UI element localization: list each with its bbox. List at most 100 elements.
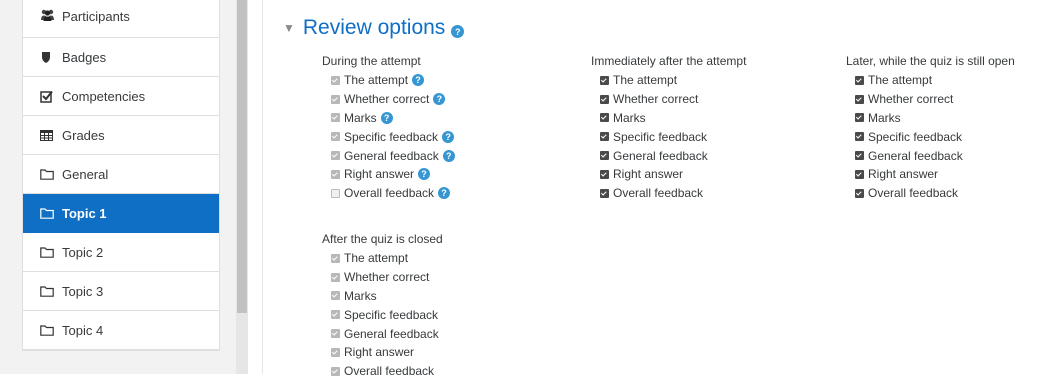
nav-item-label: Competencies <box>62 88 146 104</box>
option-label: Overall feedback <box>613 186 704 201</box>
option-label: Marks <box>344 110 377 125</box>
review-option: Overall feedback <box>322 362 443 381</box>
nav-item-topic-2[interactable]: Topic 2 <box>23 233 219 272</box>
option-label: Marks <box>868 110 901 125</box>
sidebar-scrollbar[interactable] <box>236 0 248 374</box>
column-title: Later, while the quiz is still open <box>846 54 1015 68</box>
option-checkbox <box>331 132 340 142</box>
option-checkbox[interactable] <box>855 188 864 198</box>
option-checkbox <box>331 151 340 161</box>
nav-item-topic-4[interactable]: Topic 4 <box>23 311 219 350</box>
option-checkbox[interactable] <box>600 169 609 179</box>
option-label: Right answer <box>344 167 415 182</box>
option-checkbox <box>331 253 340 263</box>
option-checkbox[interactable] <box>855 151 864 161</box>
nav-item-grades[interactable]: Grades <box>23 116 219 155</box>
option-label: Specific feedback <box>868 129 963 144</box>
review-option: Whether correct <box>591 90 746 109</box>
nav-item-competencies[interactable]: Competencies <box>23 77 219 116</box>
folder-icon <box>40 285 56 297</box>
caret-down-icon[interactable]: ▼ <box>283 21 295 35</box>
option-label: Overall feedback <box>344 186 435 201</box>
review-option: Whether correct? <box>322 90 455 109</box>
review-option: Overall feedback <box>591 184 746 203</box>
option-checkbox <box>331 169 340 179</box>
option-label: General feedback <box>344 326 439 341</box>
review-option: The attempt <box>846 71 1015 90</box>
option-label: Right answer <box>613 167 684 182</box>
review-option: Marks <box>591 109 746 128</box>
help-icon[interactable]: ? <box>380 111 393 124</box>
option-checkbox <box>331 188 340 198</box>
option-label: Marks <box>613 110 646 125</box>
review-option: The attempt <box>591 71 746 90</box>
review-option: General feedback <box>846 146 1015 165</box>
option-checkbox[interactable] <box>855 169 864 179</box>
help-icon[interactable]: ? <box>438 187 451 200</box>
review-options-header[interactable]: ▼ Review options ? <box>283 16 465 40</box>
review-option: General feedback <box>591 146 746 165</box>
shield-icon <box>40 51 56 64</box>
option-checkbox[interactable] <box>600 151 609 161</box>
option-checkbox[interactable] <box>600 113 609 123</box>
help-icon[interactable]: ? <box>433 93 446 106</box>
option-label: General feedback <box>344 148 439 163</box>
option-checkbox[interactable] <box>855 132 864 142</box>
option-label: Specific feedback <box>344 129 439 144</box>
column-title: After the quiz is closed <box>322 232 443 246</box>
option-checkbox <box>331 291 340 301</box>
nav-item-label: General <box>62 166 109 182</box>
option-label: General feedback <box>868 148 963 163</box>
review-option: Overall feedback <box>846 184 1015 203</box>
help-icon[interactable]: ? <box>451 25 465 38</box>
help-icon[interactable]: ? <box>442 130 455 143</box>
review-option: Marks <box>322 287 443 306</box>
column-title: Immediately after the attempt <box>591 54 747 68</box>
option-label: Marks <box>344 288 377 303</box>
help-icon[interactable]: ? <box>418 168 431 181</box>
option-checkbox[interactable] <box>600 188 609 198</box>
help-icon[interactable]: ? <box>442 149 455 162</box>
option-checkbox[interactable] <box>600 75 609 85</box>
review-option: Whether correct <box>322 268 443 287</box>
option-checkbox[interactable] <box>855 113 864 123</box>
option-checkbox[interactable] <box>600 94 609 104</box>
option-checkbox[interactable] <box>855 94 864 104</box>
option-checkbox[interactable] <box>600 132 609 142</box>
option-checkbox <box>331 366 340 376</box>
review-option: Right answer? <box>322 165 455 184</box>
review-option: Right answer <box>846 165 1015 184</box>
nav-item-topic-3[interactable]: Topic 3 <box>23 272 219 311</box>
option-label: Right answer <box>868 167 939 182</box>
help-icon[interactable]: ? <box>412 74 425 87</box>
option-label: Whether correct <box>868 92 954 107</box>
review-option: The attempt? <box>322 71 455 90</box>
review-option: Marks <box>846 109 1015 128</box>
nav-item-label: Badges <box>62 49 107 65</box>
option-label: The attempt <box>344 73 409 88</box>
nav-item-label: Grades <box>62 127 105 143</box>
nav-item-topic-1[interactable]: Topic 1 <box>23 194 219 233</box>
review-option: Whether correct <box>846 90 1015 109</box>
folder-icon <box>40 207 56 219</box>
option-checkbox <box>331 75 340 85</box>
folder-icon <box>40 168 56 180</box>
option-checkbox[interactable] <box>855 75 864 85</box>
option-label: Overall feedback <box>868 186 959 201</box>
nav-item-badges[interactable]: Badges <box>23 38 219 77</box>
column-later-while-open: Later, while the quiz is still open The a… <box>846 54 1015 203</box>
option-checkbox <box>331 94 340 104</box>
review-option: Marks? <box>322 109 455 128</box>
option-label: General feedback <box>613 148 708 163</box>
review-option: Specific feedback <box>322 305 443 324</box>
nav-item-general[interactable]: General <box>23 155 219 194</box>
checkbox-icon <box>40 90 56 103</box>
option-checkbox <box>331 310 340 320</box>
nav-item-participants[interactable]: Participants <box>23 0 219 38</box>
nav-item-label: Topic 3 <box>62 283 104 299</box>
section-title: Review options <box>302 16 446 39</box>
scrollbar-thumb[interactable] <box>237 0 247 313</box>
review-option: Right answer <box>591 165 746 184</box>
option-label: The attempt <box>344 251 409 266</box>
course-nav: Participants Badges Competencies Grades … <box>22 0 220 351</box>
